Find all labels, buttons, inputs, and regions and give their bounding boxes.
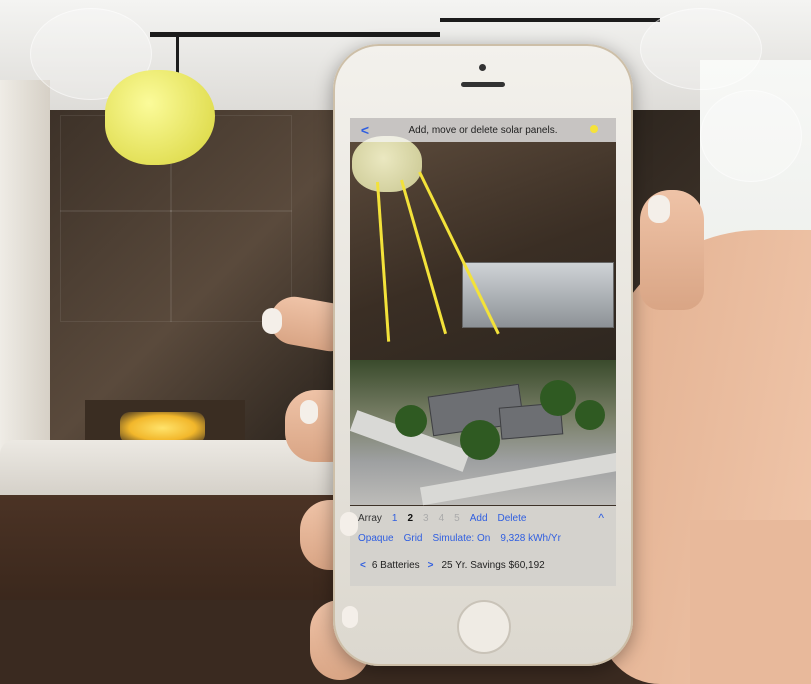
collapse-chevron-icon[interactable]: ^ bbox=[598, 511, 604, 525]
array-option-3[interactable]: 3 bbox=[423, 513, 429, 524]
opaque-toggle[interactable]: Opaque bbox=[358, 533, 394, 544]
header-bar: < Add, move or delete solar panels. bbox=[350, 118, 616, 142]
header-title: Add, move or delete solar panels. bbox=[408, 124, 558, 136]
battery-row: < 6 Batteries > 25 Yr. Savings $60,192 bbox=[350, 554, 616, 576]
fingernail bbox=[262, 308, 282, 334]
grid-toggle[interactable]: Grid bbox=[404, 533, 423, 544]
sun-ray bbox=[418, 171, 500, 335]
tree bbox=[575, 400, 605, 430]
glass-lamp bbox=[700, 90, 802, 182]
tree bbox=[540, 380, 576, 416]
simulate-toggle[interactable]: Simulate: On bbox=[433, 533, 491, 544]
energy-output: 9,328 kWh/Yr bbox=[500, 532, 561, 544]
array-row: Array 1 2 3 4 5 Add Delete ^ bbox=[350, 508, 616, 528]
sun-icon bbox=[590, 125, 598, 133]
phone-screen: < Add, move or delete solar panels. Arra… bbox=[350, 118, 616, 586]
tree bbox=[460, 420, 500, 460]
savings-text: 25 Yr. Savings $60,192 bbox=[441, 559, 545, 571]
add-button[interactable]: Add bbox=[470, 513, 488, 524]
phone: < Add, move or delete solar panels. Arra… bbox=[333, 44, 633, 666]
front-camera bbox=[479, 64, 486, 71]
wall-tile bbox=[170, 210, 292, 322]
sun-ray bbox=[376, 181, 391, 342]
aerial-house-model[interactable] bbox=[350, 360, 616, 506]
next-battery-button[interactable]: > bbox=[428, 560, 434, 571]
back-button[interactable]: < bbox=[350, 122, 380, 138]
glass-lamp bbox=[640, 8, 762, 90]
ar-camera-view bbox=[350, 136, 616, 362]
array-option-4[interactable]: 4 bbox=[439, 513, 445, 524]
lamp-cord bbox=[176, 34, 179, 74]
prev-battery-button[interactable]: < bbox=[360, 560, 366, 571]
fingernail bbox=[340, 512, 358, 536]
home-button[interactable] bbox=[457, 600, 511, 654]
lamp-rod bbox=[440, 18, 660, 22]
tree bbox=[395, 405, 427, 437]
array-label: Array bbox=[358, 512, 382, 524]
options-row: Opaque Grid Simulate: On 9,328 kWh/Yr bbox=[350, 528, 616, 548]
controls-panel: Array 1 2 3 4 5 Add Delete ^ Opaque Grid… bbox=[350, 506, 616, 586]
fingernail bbox=[342, 606, 358, 628]
earpiece bbox=[461, 82, 505, 87]
thumbnail bbox=[648, 195, 670, 223]
ar-lamp bbox=[352, 136, 422, 192]
lamp-rod bbox=[150, 32, 440, 37]
ar-wall-panel bbox=[462, 262, 614, 328]
sun-ray bbox=[400, 179, 448, 335]
array-option-1[interactable]: 1 bbox=[392, 513, 398, 524]
batteries-count: 6 Batteries bbox=[371, 559, 420, 571]
array-option-5[interactable]: 5 bbox=[454, 513, 460, 524]
delete-button[interactable]: Delete bbox=[498, 513, 527, 524]
array-option-2[interactable]: 2 bbox=[407, 513, 413, 524]
wall-tile bbox=[60, 210, 172, 322]
hand-wrist bbox=[690, 520, 811, 684]
fingernail bbox=[300, 400, 318, 424]
